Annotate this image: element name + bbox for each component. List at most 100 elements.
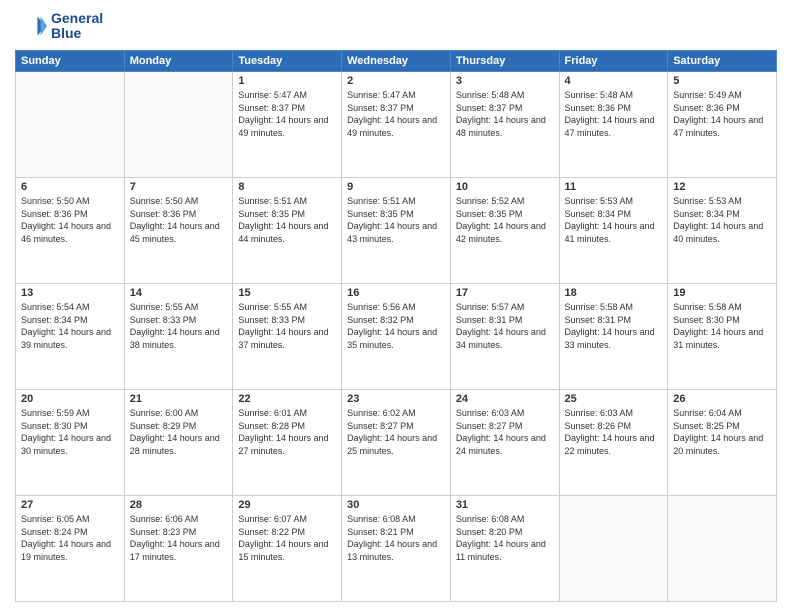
day-detail: Sunrise: 5:53 AMSunset: 8:34 PMDaylight:… (673, 196, 763, 244)
day-number: 4 (565, 75, 663, 87)
calendar-cell: 5 Sunrise: 5:49 AMSunset: 8:36 PMDayligh… (668, 72, 777, 178)
calendar-cell: 15 Sunrise: 5:55 AMSunset: 8:33 PMDaylig… (233, 284, 342, 390)
day-detail: Sunrise: 5:47 AMSunset: 8:37 PMDaylight:… (347, 90, 437, 138)
calendar-cell (668, 496, 777, 602)
day-number: 20 (21, 393, 119, 405)
calendar-cell: 31 Sunrise: 6:08 AMSunset: 8:20 PMDaylig… (450, 496, 559, 602)
day-detail: Sunrise: 6:00 AMSunset: 8:29 PMDaylight:… (130, 408, 220, 456)
day-number: 8 (238, 181, 336, 193)
day-number: 6 (21, 181, 119, 193)
day-number: 23 (347, 393, 445, 405)
calendar-cell: 16 Sunrise: 5:56 AMSunset: 8:32 PMDaylig… (342, 284, 451, 390)
day-number: 11 (565, 181, 663, 193)
weekday-header: Saturday (668, 51, 777, 72)
day-detail: Sunrise: 5:58 AMSunset: 8:30 PMDaylight:… (673, 302, 763, 350)
day-detail: Sunrise: 6:03 AMSunset: 8:27 PMDaylight:… (456, 408, 546, 456)
day-number: 13 (21, 287, 119, 299)
day-number: 17 (456, 287, 554, 299)
calendar-cell: 8 Sunrise: 5:51 AMSunset: 8:35 PMDayligh… (233, 178, 342, 284)
calendar-cell: 18 Sunrise: 5:58 AMSunset: 8:31 PMDaylig… (559, 284, 668, 390)
day-detail: Sunrise: 6:05 AMSunset: 8:24 PMDaylight:… (21, 514, 111, 562)
weekday-header: Sunday (16, 51, 125, 72)
calendar-cell: 19 Sunrise: 5:58 AMSunset: 8:30 PMDaylig… (668, 284, 777, 390)
day-detail: Sunrise: 5:55 AMSunset: 8:33 PMDaylight:… (238, 302, 328, 350)
day-number: 21 (130, 393, 228, 405)
day-number: 19 (673, 287, 771, 299)
day-number: 26 (673, 393, 771, 405)
calendar-cell: 10 Sunrise: 5:52 AMSunset: 8:35 PMDaylig… (450, 178, 559, 284)
calendar-cell: 26 Sunrise: 6:04 AMSunset: 8:25 PMDaylig… (668, 390, 777, 496)
calendar-cell: 7 Sunrise: 5:50 AMSunset: 8:36 PMDayligh… (124, 178, 233, 284)
weekday-header: Monday (124, 51, 233, 72)
day-detail: Sunrise: 6:06 AMSunset: 8:23 PMDaylight:… (130, 514, 220, 562)
day-detail: Sunrise: 5:51 AMSunset: 8:35 PMDaylight:… (347, 196, 437, 244)
day-detail: Sunrise: 5:56 AMSunset: 8:32 PMDaylight:… (347, 302, 437, 350)
day-number: 31 (456, 499, 554, 511)
day-detail: Sunrise: 5:51 AMSunset: 8:35 PMDaylight:… (238, 196, 328, 244)
day-number: 30 (347, 499, 445, 511)
weekday-header: Friday (559, 51, 668, 72)
calendar-cell (16, 72, 125, 178)
calendar-cell: 4 Sunrise: 5:48 AMSunset: 8:36 PMDayligh… (559, 72, 668, 178)
calendar-cell: 20 Sunrise: 5:59 AMSunset: 8:30 PMDaylig… (16, 390, 125, 496)
day-number: 29 (238, 499, 336, 511)
day-number: 24 (456, 393, 554, 405)
header: General Blue (15, 10, 777, 42)
calendar-cell: 14 Sunrise: 5:55 AMSunset: 8:33 PMDaylig… (124, 284, 233, 390)
calendar-cell: 2 Sunrise: 5:47 AMSunset: 8:37 PMDayligh… (342, 72, 451, 178)
day-detail: Sunrise: 5:55 AMSunset: 8:33 PMDaylight:… (130, 302, 220, 350)
calendar-cell: 3 Sunrise: 5:48 AMSunset: 8:37 PMDayligh… (450, 72, 559, 178)
day-detail: Sunrise: 5:54 AMSunset: 8:34 PMDaylight:… (21, 302, 111, 350)
day-number: 25 (565, 393, 663, 405)
day-number: 27 (21, 499, 119, 511)
calendar-cell: 1 Sunrise: 5:47 AMSunset: 8:37 PMDayligh… (233, 72, 342, 178)
calendar-cell: 21 Sunrise: 6:00 AMSunset: 8:29 PMDaylig… (124, 390, 233, 496)
calendar-cell: 29 Sunrise: 6:07 AMSunset: 8:22 PMDaylig… (233, 496, 342, 602)
calendar-cell: 22 Sunrise: 6:01 AMSunset: 8:28 PMDaylig… (233, 390, 342, 496)
day-detail: Sunrise: 6:08 AMSunset: 8:21 PMDaylight:… (347, 514, 437, 562)
calendar-cell: 25 Sunrise: 6:03 AMSunset: 8:26 PMDaylig… (559, 390, 668, 496)
calendar-cell: 11 Sunrise: 5:53 AMSunset: 8:34 PMDaylig… (559, 178, 668, 284)
day-number: 14 (130, 287, 228, 299)
day-detail: Sunrise: 5:48 AMSunset: 8:36 PMDaylight:… (565, 90, 655, 138)
calendar-cell (124, 72, 233, 178)
day-detail: Sunrise: 6:08 AMSunset: 8:20 PMDaylight:… (456, 514, 546, 562)
day-detail: Sunrise: 5:57 AMSunset: 8:31 PMDaylight:… (456, 302, 546, 350)
day-detail: Sunrise: 6:03 AMSunset: 8:26 PMDaylight:… (565, 408, 655, 456)
day-number: 12 (673, 181, 771, 193)
day-number: 3 (456, 75, 554, 87)
page: General Blue SundayMondayTuesdayWednesda… (0, 0, 792, 612)
calendar-cell: 13 Sunrise: 5:54 AMSunset: 8:34 PMDaylig… (16, 284, 125, 390)
day-number: 10 (456, 181, 554, 193)
logo: General Blue (15, 10, 103, 42)
weekday-header: Wednesday (342, 51, 451, 72)
day-detail: Sunrise: 5:53 AMSunset: 8:34 PMDaylight:… (565, 196, 655, 244)
day-number: 28 (130, 499, 228, 511)
calendar-cell: 9 Sunrise: 5:51 AMSunset: 8:35 PMDayligh… (342, 178, 451, 284)
day-detail: Sunrise: 5:48 AMSunset: 8:37 PMDaylight:… (456, 90, 546, 138)
calendar-cell: 30 Sunrise: 6:08 AMSunset: 8:21 PMDaylig… (342, 496, 451, 602)
day-number: 18 (565, 287, 663, 299)
day-number: 7 (130, 181, 228, 193)
day-detail: Sunrise: 6:04 AMSunset: 8:25 PMDaylight:… (673, 408, 763, 456)
calendar-cell: 12 Sunrise: 5:53 AMSunset: 8:34 PMDaylig… (668, 178, 777, 284)
day-detail: Sunrise: 6:07 AMSunset: 8:22 PMDaylight:… (238, 514, 328, 562)
weekday-header: Thursday (450, 51, 559, 72)
calendar-cell: 24 Sunrise: 6:03 AMSunset: 8:27 PMDaylig… (450, 390, 559, 496)
day-number: 16 (347, 287, 445, 299)
day-detail: Sunrise: 6:01 AMSunset: 8:28 PMDaylight:… (238, 408, 328, 456)
day-number: 1 (238, 75, 336, 87)
calendar: SundayMondayTuesdayWednesdayThursdayFrid… (15, 50, 777, 602)
calendar-cell: 27 Sunrise: 6:05 AMSunset: 8:24 PMDaylig… (16, 496, 125, 602)
day-detail: Sunrise: 5:50 AMSunset: 8:36 PMDaylight:… (130, 196, 220, 244)
day-number: 5 (673, 75, 771, 87)
calendar-cell: 28 Sunrise: 6:06 AMSunset: 8:23 PMDaylig… (124, 496, 233, 602)
calendar-cell: 23 Sunrise: 6:02 AMSunset: 8:27 PMDaylig… (342, 390, 451, 496)
calendar-cell: 6 Sunrise: 5:50 AMSunset: 8:36 PMDayligh… (16, 178, 125, 284)
logo-icon (15, 10, 47, 42)
calendar-cell: 17 Sunrise: 5:57 AMSunset: 8:31 PMDaylig… (450, 284, 559, 390)
day-detail: Sunrise: 5:58 AMSunset: 8:31 PMDaylight:… (565, 302, 655, 350)
day-detail: Sunrise: 5:47 AMSunset: 8:37 PMDaylight:… (238, 90, 328, 138)
day-detail: Sunrise: 5:59 AMSunset: 8:30 PMDaylight:… (21, 408, 111, 456)
day-number: 15 (238, 287, 336, 299)
